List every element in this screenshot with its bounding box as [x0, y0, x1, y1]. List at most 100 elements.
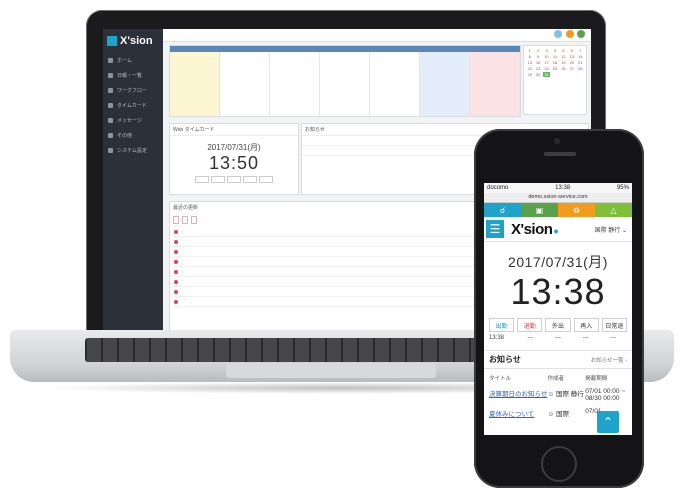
home-icon: [108, 58, 113, 63]
logo-mark-icon: ●: [553, 225, 559, 236]
app-header: ☰ X'sion● 国際 静行 ⌄: [484, 217, 632, 242]
laptop-logo: X'sion: [103, 29, 163, 53]
sidebar-item-timecard[interactable]: タイムカード: [103, 98, 163, 113]
current-time: 13:38: [510, 271, 606, 312]
go-out-value: ---: [554, 335, 561, 341]
mail-icon: [108, 118, 113, 123]
table-row: 決算期日のお知らせ ☺ 国際 静行 07/01 00:00 ~ 08/30 00…: [484, 385, 632, 405]
mini-calendar: 1234567 8 9 10 11 12 13 14 15 16 17 18 19 20 21 22 23…: [523, 45, 587, 115]
notice-table-header: タイトル 作成者 掲載期間: [484, 369, 632, 385]
schedule-calendar: [169, 45, 521, 117]
notice-link[interactable]: 決算期日のお知らせ: [489, 388, 548, 398]
calendar-day[interactable]: [220, 52, 270, 116]
notice-list-link[interactable]: お知らせ一覧 ›: [591, 356, 627, 364]
calendar-icon[interactable]: ▣: [521, 203, 558, 217]
sidebar-label: タイムカード: [117, 103, 147, 109]
carrier-label: docomo: [487, 185, 509, 191]
timecard-title: Web タイムカード: [170, 124, 298, 136]
menu-icon[interactable]: [107, 36, 117, 46]
phone-screen: docomo 13:38 95% demo.xsion-service.com …: [484, 183, 632, 435]
calendar-day[interactable]: [470, 52, 520, 116]
user-icon: ☺: [547, 391, 555, 398]
notice-header: お知らせ お知らせ一覧 ›: [484, 350, 632, 369]
sidebar-label: 日報・一覧: [117, 73, 143, 79]
icon-bar: ☌ ▣ ♻ △: [484, 203, 632, 217]
chevron-down-icon: ⌄: [621, 227, 627, 234]
sidebar-item-other[interactable]: その他: [103, 128, 163, 143]
battery-label: 95%: [616, 185, 629, 191]
status-icon[interactable]: [577, 30, 585, 38]
sidebar-item-report[interactable]: 日報・一覧: [103, 68, 163, 83]
clock-out-button[interactable]: 退勤: [517, 318, 543, 332]
status-time: 13:38: [555, 185, 571, 191]
clock-out-value: ---: [527, 335, 534, 341]
notice-link-label: お知らせ一覧: [590, 357, 624, 364]
return-button[interactable]: 再入: [573, 318, 599, 332]
sidebar-item-message[interactable]: メッセージ: [103, 113, 163, 128]
go-out-button[interactable]: [227, 176, 241, 183]
clock-in-value: 13:38: [489, 335, 505, 341]
return-button[interactable]: [243, 176, 257, 183]
calendar-day[interactable]: [370, 52, 420, 116]
sidebar-item-home[interactable]: ホーム: [103, 53, 163, 68]
user-icon: ☺: [547, 411, 555, 418]
calendar-day[interactable]: [420, 52, 470, 116]
filter-tab[interactable]: [182, 216, 188, 224]
sidebar-item-settings[interactable]: システム設定: [103, 143, 163, 158]
app-logo: X'sion●: [511, 220, 559, 238]
timecard-time: 13:50: [208, 153, 260, 173]
go-out-button[interactable]: 外出: [545, 318, 571, 332]
sidebar-label: ワークフロー: [117, 88, 148, 94]
filter-tab[interactable]: [191, 216, 197, 224]
notice-title: お知らせ: [489, 355, 521, 364]
laptop-sidebar: X'sion ホーム 日報・一覧 ワークフロー タイムカード メッセージ その他…: [103, 29, 163, 335]
clock-in-button[interactable]: 出勤: [489, 318, 515, 332]
timecard-date: 2017/07/31(月): [207, 143, 261, 152]
sidebar-label: ホーム: [117, 58, 132, 64]
search-icon[interactable]: ☌: [484, 203, 521, 217]
clock-in-button[interactable]: [195, 176, 209, 183]
return-value: ---: [582, 335, 589, 341]
column-header: タイトル: [489, 376, 512, 382]
hamburger-menu-icon[interactable]: ☰: [486, 220, 504, 238]
scroll-to-top-icon[interactable]: ⌃: [597, 411, 619, 433]
phone-speaker: [544, 152, 576, 156]
notice-link[interactable]: 夏休みについて: [489, 408, 548, 418]
sidebar-item-workflow[interactable]: ワークフロー: [103, 83, 163, 98]
avatar[interactable]: [554, 30, 563, 38]
notice-period: 07/01 00:00 ~ 08/30 00:00: [585, 388, 626, 402]
column-header: 作成者: [547, 376, 565, 382]
laptop-trackpad: [226, 363, 436, 378]
gear-icon: [108, 148, 113, 153]
phone-camera: [554, 138, 560, 144]
user-name: 国際 静行: [594, 227, 621, 234]
workflow-icon: [108, 88, 113, 93]
calendar-day[interactable]: [320, 52, 370, 116]
status-bar: docomo 13:38 95%: [484, 183, 632, 193]
brand-text: X'sion: [511, 220, 553, 238]
url-bar[interactable]: demo.xsion-service.com: [484, 193, 632, 203]
user-menu[interactable]: 国際 静行 ⌄: [595, 225, 627, 234]
notice-author: 国際: [556, 411, 569, 418]
clock-out-button[interactable]: [211, 176, 225, 183]
laptop-timecard: Web タイムカード 2017/07/31(月) 13:50: [169, 123, 299, 195]
calendar-day[interactable]: [170, 52, 220, 116]
notice-author: 国際 静行: [556, 391, 584, 398]
direct-leave-button[interactable]: 日常退: [601, 318, 628, 332]
notification-icon[interactable]: [565, 30, 574, 38]
home-button[interactable]: [541, 446, 577, 482]
filter-tab[interactable]: [173, 216, 179, 224]
sidebar-label: システム設定: [117, 148, 147, 154]
folder-icon: [108, 133, 113, 138]
column-header: 掲載期間: [585, 376, 608, 382]
punch-buttons: 出勤 退勤 外出 再入 日常退: [484, 312, 632, 332]
bell-icon[interactable]: △: [595, 203, 632, 217]
leave-button[interactable]: [259, 176, 273, 183]
sidebar-label: その他: [117, 133, 133, 139]
clock-icon: [108, 103, 113, 108]
sidebar-label: メッセージ: [117, 118, 142, 124]
direct-leave-value: ---: [610, 335, 617, 341]
calendar-day[interactable]: [270, 52, 320, 116]
key-icon[interactable]: ♻: [558, 203, 595, 217]
current-date: 2017/07/31(月): [508, 254, 608, 270]
